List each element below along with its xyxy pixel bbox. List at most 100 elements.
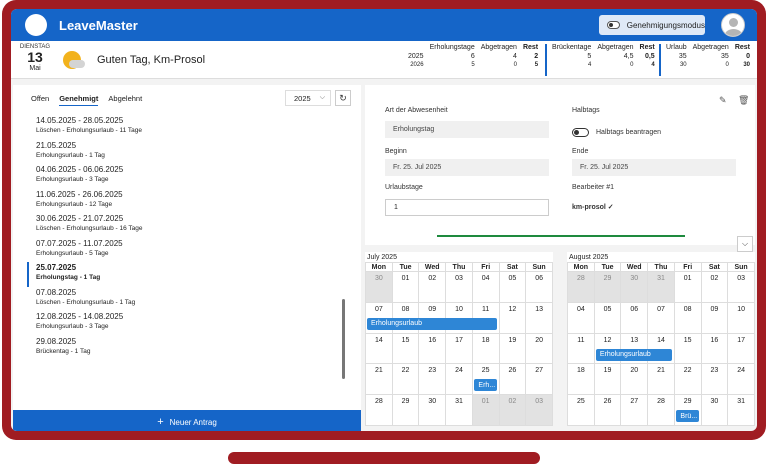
calendar-day[interactable]: 23 (700, 363, 729, 396)
user-avatar[interactable] (721, 13, 745, 37)
tab-open[interactable]: Offen (31, 94, 49, 106)
calendar-day[interactable]: 05 (498, 271, 527, 303)
calendar-day[interactable]: 17 (727, 332, 755, 365)
calendar-day[interactable]: 15 (673, 332, 702, 365)
calendar-day[interactable]: 06 (620, 301, 649, 334)
calendar-day[interactable]: 31 (647, 271, 675, 303)
calendar-day[interactable]: 26 (593, 394, 622, 426)
calendar-day[interactable]: 01 (673, 271, 702, 303)
calendar-day[interactable]: 01 (471, 394, 500, 426)
refresh-icon: ↻ (339, 93, 347, 103)
calendar-event[interactable]: Erholungsurlaub (367, 317, 498, 330)
calendar-day[interactable]: 07 (647, 301, 675, 334)
calendar-day[interactable]: 14 (365, 332, 393, 365)
calendar-day[interactable]: 04 (567, 301, 595, 334)
calendar-day[interactable]: 31 (445, 394, 473, 426)
tab-rejected[interactable]: Abgelehnt (108, 94, 142, 106)
edit-icon[interactable]: ✎ (719, 95, 727, 106)
calendar-day[interactable]: 16 (700, 332, 729, 365)
days-input[interactable]: 1 (385, 199, 549, 216)
divider (545, 44, 547, 76)
calendar-day[interactable]: 28 (365, 394, 393, 426)
item-type: Erholungsurlaub - 3 Tage (36, 176, 109, 183)
refresh-button[interactable]: ↻ (335, 90, 351, 106)
calendar-day[interactable]: 12 (498, 301, 527, 334)
calendar-day[interactable]: 10 (727, 301, 755, 334)
approver-value: km-prosol ✓ (572, 204, 614, 211)
list-item[interactable]: 21.05.2025 Erholungsurlaub - 1 Tag (27, 140, 347, 165)
end-date-field[interactable]: Fr. 25. Jul 2025 (572, 159, 736, 176)
year-select[interactable]: 2025 ⌵ (285, 90, 331, 106)
calendar-day[interactable]: 19 (498, 332, 527, 365)
calendar-event[interactable]: Erholungsurlaub (595, 348, 673, 361)
calendar-day[interactable]: 27 (525, 363, 553, 396)
list-item-selected[interactable]: 25.07.2025 Erholungstag - 1 Tag (27, 262, 347, 287)
approval-mode-toggle[interactable]: Genehmigungsmodus (599, 15, 705, 35)
list-item[interactable]: 07.08.2025 Löschen - Erholungsurlaub - 1 … (27, 287, 347, 312)
calendar-day[interactable]: 30 (365, 271, 393, 303)
new-request-button[interactable]: + Neuer Antrag (13, 410, 361, 431)
calendar-day[interactable]: 03 (525, 394, 553, 426)
stat-cell: 5 (534, 62, 539, 68)
calendar-day[interactable]: 19 (593, 363, 622, 396)
calendar-day[interactable]: 28 (647, 394, 675, 426)
list-item[interactable]: 29.08.2025 Brückentag - 1 Tag (27, 336, 347, 361)
trash-icon[interactable]: 🗑 (738, 95, 749, 106)
month: Mai (29, 65, 41, 72)
list-item[interactable]: 07.07.2025 - 11.07.2025 Erholungsurlaub -… (27, 238, 347, 263)
calendar-day[interactable]: 21 (647, 363, 675, 396)
tab-approved[interactable]: Genehmigt (59, 94, 99, 106)
calendar-day[interactable]: 27 (620, 394, 649, 426)
calendar-day[interactable]: 22 (391, 363, 420, 396)
calendar-day[interactable]: 08 (673, 301, 702, 334)
calendar-day[interactable]: 02 (418, 271, 447, 303)
calendar-day[interactable]: 02 (498, 394, 527, 426)
calendar-day[interactable]: 21 (365, 363, 393, 396)
calendar-day[interactable]: 23 (418, 363, 447, 396)
calendar-day[interactable]: 17 (445, 332, 473, 365)
calendar-day[interactable]: 29 (391, 394, 420, 426)
weekday-header: Thu (445, 262, 473, 272)
list-item[interactable]: 30.06.2025 - 21.07.2025 Löschen - Erholun… (27, 213, 347, 238)
calendar-day[interactable]: 25 (567, 394, 595, 426)
calendar-day[interactable]: 29 (593, 271, 622, 303)
calendar-event[interactable]: Brü... (676, 410, 700, 423)
stat-cell: 2 (534, 53, 539, 60)
calendar-day[interactable]: 24 (727, 363, 755, 396)
list-item[interactable]: 04.06.2025 - 06.06.2025 Erholungsurlaub -… (27, 164, 347, 189)
calendar-event[interactable]: Erh... (474, 379, 498, 392)
calendar-day[interactable]: 11 (567, 332, 595, 365)
list-scrollbar[interactable] (342, 299, 345, 379)
calendar-day[interactable]: 20 (525, 332, 553, 365)
calendar-day[interactable]: 04 (471, 271, 500, 303)
calendar-day[interactable]: 01 (391, 271, 420, 303)
halfday-toggle[interactable] (572, 128, 589, 137)
calendar-day[interactable]: 18 (471, 332, 500, 365)
calendar-day[interactable]: 09 (700, 301, 729, 334)
calendar-day[interactable]: 16 (418, 332, 447, 365)
calendar-day[interactable]: 06 (525, 271, 553, 303)
calendar-day[interactable]: 22 (673, 363, 702, 396)
calendar-day[interactable]: 18 (567, 363, 595, 396)
expand-button[interactable]: ⌵ (737, 236, 753, 252)
calendar-day[interactable]: 02 (700, 271, 729, 303)
calendar-day[interactable]: 15 (391, 332, 420, 365)
list-item[interactable]: 14.05.2025 - 28.05.2025 Löschen - Erholun… (27, 115, 347, 140)
calendar-day[interactable]: 13 (525, 301, 553, 334)
list-item[interactable]: 11.06.2025 - 26.06.2025 Erholungsurlaub -… (27, 189, 347, 214)
calendar-day[interactable]: 28 (567, 271, 595, 303)
start-date-field[interactable]: Fr. 25. Jul 2025 (385, 159, 549, 176)
calendar-day[interactable]: 30 (700, 394, 729, 426)
calendar-day[interactable]: 30 (620, 271, 649, 303)
list-item[interactable]: 12.08.2025 - 14.08.2025 Erholungsurlaub -… (27, 311, 347, 336)
calendar-day[interactable]: 03 (727, 271, 755, 303)
calendar-day[interactable]: 26 (498, 363, 527, 396)
calendar-day[interactable]: 20 (620, 363, 649, 396)
weekday-header: Sun (525, 262, 553, 272)
type-field[interactable]: Erholungstag (385, 121, 549, 138)
calendar-day[interactable]: 24 (445, 363, 473, 396)
calendar-day[interactable]: 30 (418, 394, 447, 426)
calendar-day[interactable]: 03 (445, 271, 473, 303)
calendar-day[interactable]: 31 (727, 394, 755, 426)
calendar-day[interactable]: 05 (593, 301, 622, 334)
